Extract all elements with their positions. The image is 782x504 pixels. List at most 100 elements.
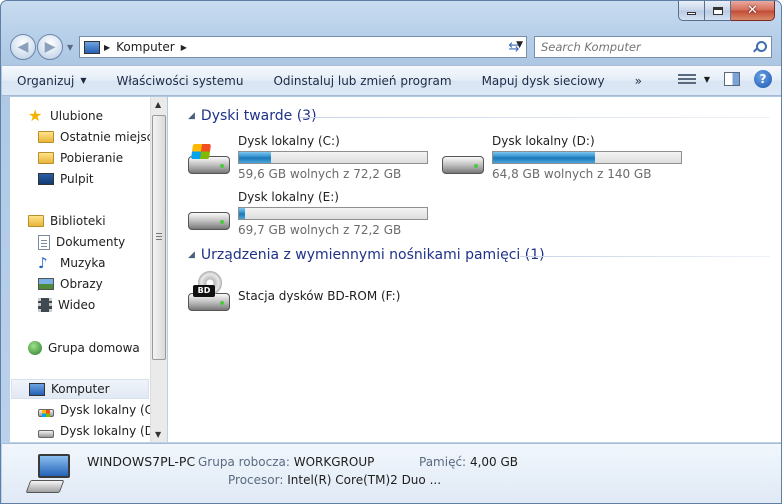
computer-icon [84,40,100,54]
drive-name: Dysk lokalny (E:) [238,190,339,204]
breadcrumb-separator-icon[interactable]: ▶ [104,43,110,52]
processor-value: Intel(R) Core(TM)2 Duo ... [287,473,442,487]
sidebar-item-label: Grupa domowa [48,341,140,355]
back-arrow-icon: ◀ [17,39,29,55]
workgroup-label: Grupa robocza: [198,455,290,469]
command-bar: Organizuj ▼ Właściwości systemu Odinstalu… [2,65,781,96]
views-icon [677,72,696,86]
breadcrumb-separator-icon[interactable]: ▶ [181,43,187,52]
sidebar-item-libraries[interactable]: Biblioteki [28,211,106,231]
close-button[interactable]: ✕ [731,1,775,21]
sidebar-scrollbar[interactable]: ▲ ▼ [150,97,167,442]
maximize-button[interactable] [705,1,731,21]
film-icon [38,298,52,312]
map-network-drive-button[interactable]: Mapuj dysk sieciowy [467,74,620,88]
downloads-folder-icon [38,152,54,164]
drive-free-space: 64,8 GB wolnych z 140 GB [492,167,652,181]
pictures-icon [38,278,54,290]
drive-usage-bar [238,207,428,220]
scroll-up-icon[interactable]: ▲ [155,100,161,109]
music-note-icon: ♪ [38,254,48,272]
sidebar-item-documents[interactable]: Dokumenty [38,232,125,252]
documents-icon [38,234,50,250]
help-icon[interactable]: ? [754,70,772,88]
group-header-removable[interactable]: ◢ Urządzenia z wymiennymi nośnikami pami… [188,245,545,265]
chevron-down-icon: ▼ [80,76,87,85]
preview-pane-icon[interactable] [724,72,740,86]
navigation-pane: ★ Ulubione Ostatnie miejsca Pobieranie P… [10,97,150,442]
sidebar-item-computer[interactable]: Komputer [11,379,149,399]
refresh-button[interactable]: ⇆ [502,36,526,58]
drive-tile-bd-rom[interactable]: BD Stacja dysków BD-ROM (F:) [186,269,446,319]
forward-button[interactable]: ▶ [37,34,63,60]
sidebar-item-drive-c[interactable]: Dysk lokalny (C:) [38,400,150,420]
drive-usage-fill [239,152,271,163]
search-input[interactable] [535,40,753,54]
hard-drive-icon [38,430,54,438]
scrollbar-thumb[interactable] [152,115,166,360]
more-commands-button[interactable]: » [620,74,657,88]
collapse-chevron-icon: ◢ [188,111,195,121]
sidebar-item-downloads[interactable]: Pobieranie [38,148,123,168]
desktop-icon [38,173,54,185]
sidebar-item-label: Ostatnie miejsca [60,130,150,144]
change-view-button[interactable]: ▼ [677,72,710,86]
sidebar-item-favorites[interactable]: ★ Ulubione [28,106,103,126]
sidebar-item-desktop[interactable]: Pulpit [38,169,94,189]
address-bar[interactable]: ▶ Komputer ▶ ▼ [79,36,527,58]
drive-tile-d[interactable]: Dysk lokalny (D:) 64,8 GB wolnych z 140 … [440,134,700,190]
map-network-drive-label: Mapuj dysk sieciowy [481,73,605,88]
sidebar-item-pictures[interactable]: Obrazy [38,274,103,294]
homegroup-icon [28,341,42,355]
sidebar-item-videos[interactable]: Wideo [38,295,95,315]
breadcrumb-computer[interactable]: Komputer [116,40,175,54]
sidebar-item-label: Pobieranie [60,151,124,165]
uninstall-program-button[interactable]: Odinstaluj lub zmień program [258,74,466,88]
uninstall-program-label: Odinstaluj lub zmień program [273,73,452,88]
sidebar-item-recent-places[interactable]: Ostatnie miejsca [38,127,150,147]
hard-drive-icon [38,409,54,417]
processor-label: Procesor: [228,473,284,487]
recent-pages-dropdown[interactable]: ▼ [67,43,73,52]
drive-tile-c[interactable]: Dysk lokalny (C:) 59,6 GB wolnych z 72,2… [186,134,446,190]
sidebar-item-drive-d[interactable]: Dysk lokalny (D:) [38,421,150,441]
sidebar-item-label: Muzyka [60,256,106,270]
sidebar-item-label: Dysk lokalny (C:) [60,403,150,417]
search-box[interactable] [534,36,772,58]
minimize-icon [687,12,696,15]
sidebar-item-label: Komputer [51,382,110,396]
sidebar-item-label: Biblioteki [50,214,106,228]
system-properties-button[interactable]: Właściwości systemu [101,74,258,88]
drive-name: Dysk lokalny (C:) [238,134,340,148]
maximize-icon [712,6,723,15]
sidebar-item-label: Wideo [58,298,96,312]
group-header-hard-drives[interactable]: ◢ Dyski twarde (3) [188,106,317,126]
search-icon[interactable] [753,41,767,53]
libraries-icon [28,215,44,227]
drive-usage-fill [493,152,595,163]
minimize-button[interactable] [678,1,705,21]
sidebar-item-label: Dysk lokalny (D:) [60,424,150,438]
group-header-label: Urządzenia z wymiennymi nośnikami pamięc… [200,247,545,263]
computer-icon [29,382,45,396]
memory-value: 4,00 GB [469,455,519,469]
workgroup-value: WORKGROUP [293,455,375,469]
explorer-window: ✕ ◀ ▶ ▼ ▶ Komputer ▶ ▼ ⇆ Organizuj ▼ Właś… [0,0,782,504]
system-properties-label: Właściwości systemu [116,73,244,88]
bd-rom-drive-icon: BD [186,271,230,315]
back-button[interactable]: ◀ [10,34,36,60]
sidebar-item-music[interactable]: ♪ Muzyka [38,253,105,273]
hard-drive-icon [440,144,484,176]
scroll-down-icon[interactable]: ▼ [155,430,161,439]
chevron-down-icon: ▼ [703,74,710,84]
drive-name: Dysk lokalny (D:) [492,134,595,148]
sidebar-item-homegroup[interactable]: Grupa domowa [28,338,140,358]
drive-tile-e[interactable]: Dysk lokalny (E:) 69,7 GB wolnych z 72,2… [186,190,446,246]
computer-name: WINDOWS7PL-PC [87,454,196,469]
memory-detail: Pamięć: 4,00 GB [419,455,518,469]
star-icon: ★ [28,106,43,125]
organize-menu[interactable]: Organizuj ▼ [2,74,101,88]
processor-detail: Procesor: Intel(R) Core(TM)2 Duo ... [228,473,441,487]
group-divider [300,117,770,118]
drive-usage-bar [238,151,428,164]
